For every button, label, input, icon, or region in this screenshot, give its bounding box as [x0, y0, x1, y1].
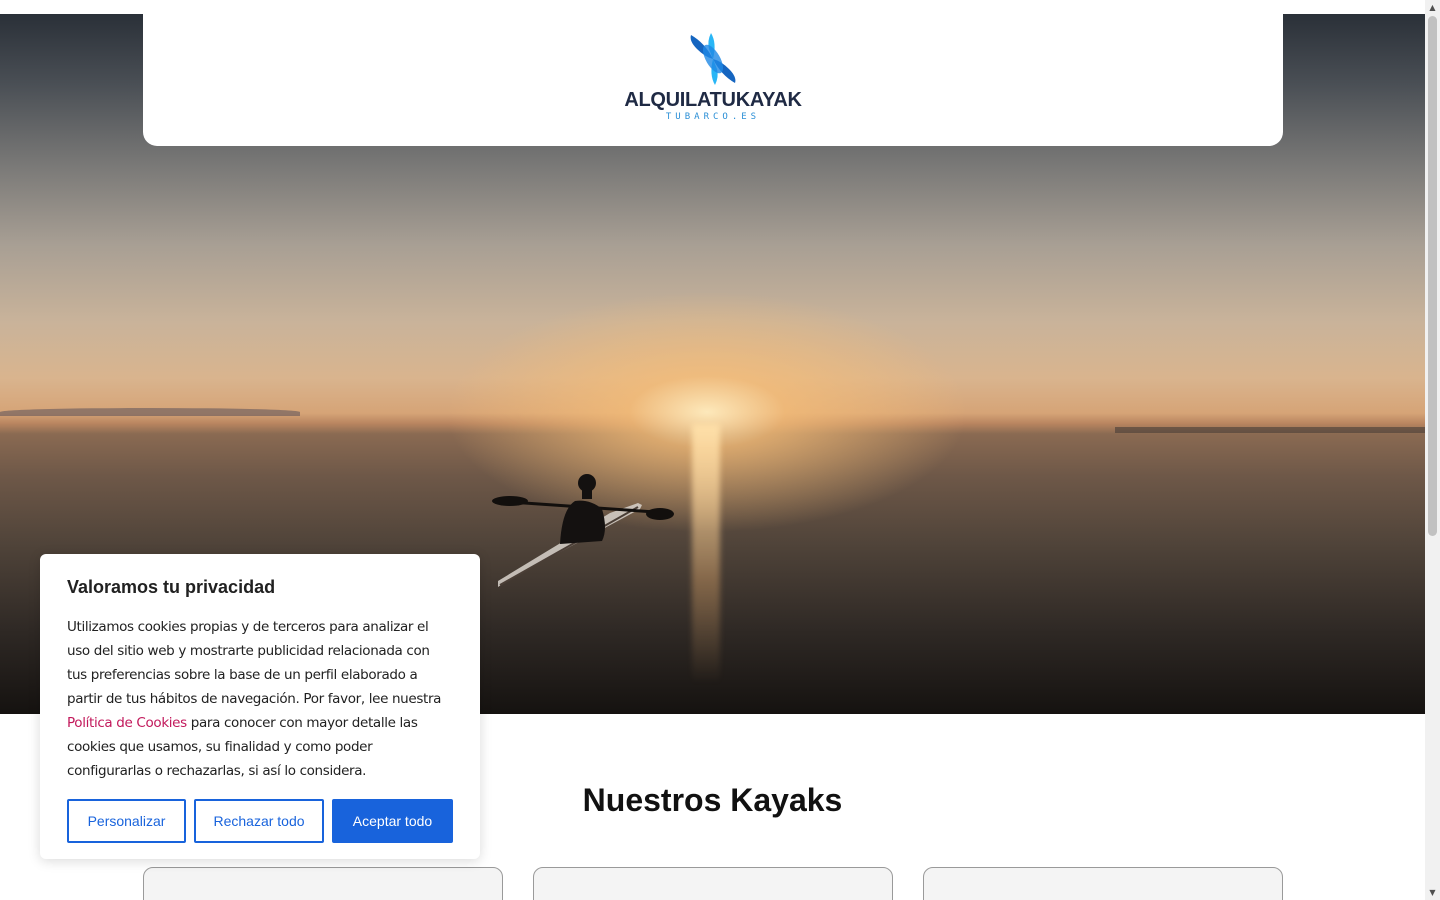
logo-name: ALQUILATUKAYAK	[624, 88, 802, 111]
scroll-down-icon[interactable]: ▼	[1425, 885, 1440, 900]
kayak-card[interactable]	[923, 867, 1283, 900]
scroll-thumb[interactable]	[1428, 16, 1437, 536]
cookie-consent-banner: Valoramos tu privacidad Utilizamos cooki…	[40, 554, 480, 859]
cookie-text-start: Utilizamos cookies propias y de terceros…	[67, 619, 442, 707]
site-logo[interactable]: ALQUILATUKAYAK TUBARCO.ES	[624, 31, 802, 122]
cookie-title: Valoramos tu privacidad	[67, 577, 276, 597]
site-header: ALQUILATUKAYAK TUBARCO.ES	[143, 0, 1283, 146]
customize-button[interactable]: Personalizar	[67, 799, 186, 843]
page-scrollbar[interactable]: ▲ ▼	[1425, 0, 1440, 900]
reject-all-button[interactable]: Rechazar todo	[194, 799, 324, 843]
distant-island	[0, 408, 300, 416]
cookie-description: Utilizamos cookies propias y de terceros…	[67, 615, 453, 783]
sun-reflection	[692, 424, 720, 684]
cookie-buttons: Personalizar Rechazar todo Aceptar todo	[67, 799, 453, 843]
distant-shore	[1115, 427, 1425, 433]
kayak-paddle-logo-icon	[690, 32, 736, 85]
kayaker-silhouette	[492, 474, 674, 587]
cookie-policy-link[interactable]: Política de Cookies	[67, 715, 187, 731]
kayak-card[interactable]	[533, 867, 893, 900]
accept-all-button[interactable]: Aceptar todo	[332, 799, 453, 843]
logo-tagline: TUBARCO.ES	[665, 111, 761, 122]
scroll-up-icon[interactable]: ▲	[1425, 0, 1440, 15]
kayak-card[interactable]	[143, 867, 503, 900]
